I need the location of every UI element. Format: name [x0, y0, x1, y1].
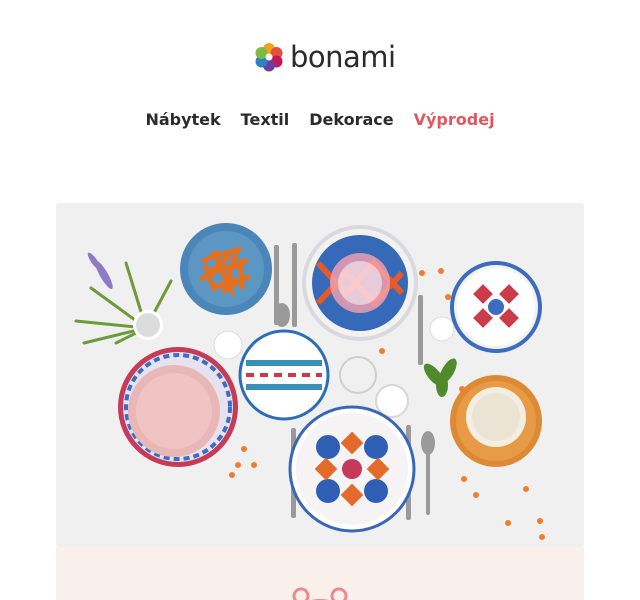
promo-section	[56, 547, 584, 600]
pasta-bowl	[180, 223, 272, 315]
bonami-logo[interactable]: bonami	[252, 40, 396, 74]
hero-image[interactable]	[56, 203, 584, 547]
top-plate-stack	[302, 225, 418, 341]
top-right-plate	[450, 261, 542, 353]
nav-item-furniture[interactable]: Nábytek	[145, 108, 220, 132]
nav-item-sale[interactable]: Výprodej	[414, 108, 495, 132]
pink-bowl	[118, 347, 238, 467]
nav-item-textile[interactable]: Textil	[241, 108, 290, 132]
main-nav: Nábytek Textil Dekorace Výprodej	[0, 108, 640, 132]
middle-plate	[238, 329, 330, 421]
bear-icon	[292, 587, 348, 600]
logo-text: bonami	[290, 40, 396, 74]
nav-item-decoration[interactable]: Dekorace	[309, 108, 393, 132]
flower-logo-icon	[255, 43, 283, 72]
email-header: bonami Nábytek Textil Dekorace Výprodej	[0, 0, 640, 180]
bottom-plate	[288, 405, 416, 533]
